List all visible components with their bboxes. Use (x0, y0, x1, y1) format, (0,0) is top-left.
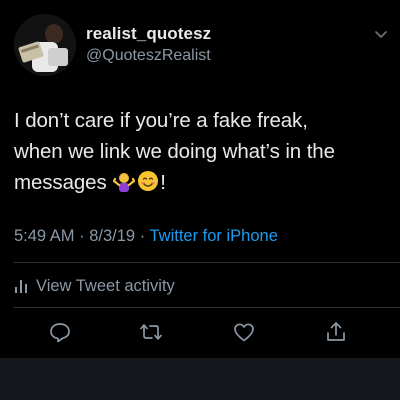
tweet-text-line: when we link we doing what’s in the (14, 140, 335, 163)
tweet-time: 5:49 AM (14, 227, 75, 245)
tweet-text-segment: messages (14, 171, 107, 194)
divider (14, 262, 400, 263)
person-shrugging-icon (113, 173, 136, 192)
bottom-bar (0, 358, 400, 400)
avatar[interactable] (14, 14, 76, 76)
tweet-date: 8/3/19 (89, 227, 136, 245)
tweet-text-line: messages ! (14, 167, 392, 198)
view-activity-label: View Tweet activity (36, 277, 175, 295)
retweet-icon[interactable] (139, 320, 163, 344)
user-handle[interactable]: @QuoteszRealist (86, 47, 211, 65)
meta-separator: · (79, 227, 85, 245)
bar-chart-icon (15, 280, 27, 293)
view-activity-link[interactable]: View Tweet activity (14, 277, 175, 296)
tweet-text-segment: ! (160, 171, 166, 194)
divider (14, 307, 400, 308)
meta-separator: · (139, 227, 146, 245)
avatar-image (14, 14, 76, 76)
tweet-meta: 5:49 AM · 8/3/19 · Twitter for iPhone (14, 227, 278, 246)
reply-icon[interactable] (48, 320, 72, 344)
tweet-text-line: I don’t care if you’re a fake freak, (14, 109, 308, 132)
tweet-source-link[interactable]: Twitter for iPhone (150, 227, 278, 245)
like-icon[interactable] (232, 320, 256, 344)
tweet-screen: realist_quotesz @QuoteszRealist I don’t … (0, 0, 400, 400)
share-icon[interactable] (324, 320, 348, 344)
chevron-down-icon[interactable] (372, 28, 390, 42)
display-name[interactable]: realist_quotesz (86, 24, 211, 44)
tweet-text: I don’t care if you’re a fake freak, whe… (14, 105, 392, 198)
smiling-face-icon (138, 171, 159, 191)
